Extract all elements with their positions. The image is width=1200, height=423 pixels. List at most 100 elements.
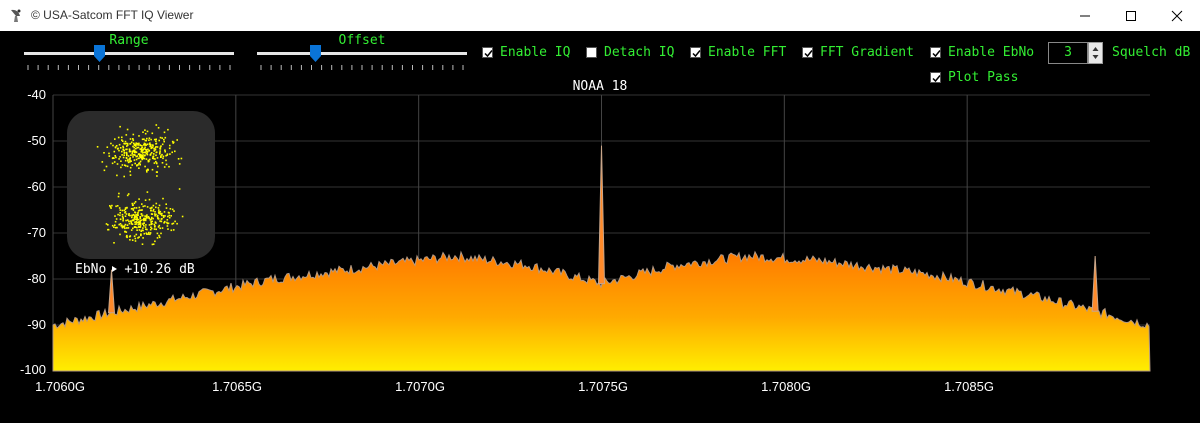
close-button[interactable] xyxy=(1154,0,1200,31)
iq-point xyxy=(119,147,122,149)
iq-point xyxy=(146,191,149,193)
iq-point xyxy=(144,151,146,154)
iq-point xyxy=(142,229,144,232)
squelch-input[interactable]: 3 xyxy=(1048,42,1088,64)
x-tick-label: 1.7080G xyxy=(761,379,811,394)
iq-point xyxy=(145,169,148,172)
checkmark-icon xyxy=(804,50,813,58)
offset-thumb[interactable] xyxy=(310,45,322,62)
iq-point xyxy=(144,129,146,131)
iq-point xyxy=(148,139,150,141)
enable-iq-checkbox[interactable]: Enable IQ xyxy=(482,45,570,60)
iq-point xyxy=(135,207,138,209)
enable-iq-box[interactable] xyxy=(482,47,493,58)
iq-point xyxy=(124,215,127,217)
iq-point xyxy=(137,157,140,160)
detach-iq-checkbox[interactable]: Detach IQ xyxy=(586,45,674,60)
squelch-arrows[interactable] xyxy=(1088,42,1103,64)
iq-point xyxy=(123,175,125,178)
iq-point xyxy=(174,150,176,153)
iq-point xyxy=(130,229,133,231)
range-slider[interactable]: Range xyxy=(24,31,234,73)
iq-point xyxy=(132,138,134,140)
enable-iq-label: Enable IQ xyxy=(500,45,571,60)
iq-point xyxy=(154,149,156,151)
iq-point xyxy=(140,157,143,159)
iq-point xyxy=(113,150,116,153)
y-tick-label: -80 xyxy=(27,271,46,286)
iq-point xyxy=(137,211,139,214)
enable-ebno-box[interactable] xyxy=(930,47,941,58)
range-label: Range xyxy=(109,33,149,48)
iq-point xyxy=(134,201,137,203)
fft-gradient-checkbox[interactable]: FFT Gradient xyxy=(802,45,914,60)
iq-point xyxy=(155,140,157,142)
iq-point xyxy=(103,152,105,154)
iq-point xyxy=(132,156,134,158)
iq-point xyxy=(121,209,124,212)
iq-point xyxy=(150,218,153,220)
iq-point xyxy=(177,158,180,160)
plot-pass-box[interactable] xyxy=(930,72,941,83)
minimize-button[interactable] xyxy=(1062,0,1108,31)
spectrum-peak xyxy=(1091,255,1099,312)
iq-point xyxy=(133,216,136,218)
squelch-spinner[interactable]: 3 xyxy=(1048,42,1104,64)
enable-fft-checkbox[interactable]: Enable FFT xyxy=(690,45,786,60)
iq-point xyxy=(141,158,143,161)
iq-constellation xyxy=(96,124,184,246)
iq-point xyxy=(178,163,181,165)
spinner-arrows-icon[interactable] xyxy=(1089,43,1102,63)
iq-point xyxy=(134,151,136,154)
iq-point xyxy=(123,154,125,156)
detach-iq-box[interactable] xyxy=(586,47,597,58)
iq-point xyxy=(159,150,161,152)
offset-slider[interactable]: Offset xyxy=(257,31,467,73)
enable-ebno-checkbox[interactable]: Enable EbNo xyxy=(930,45,1034,60)
iq-point xyxy=(159,210,162,213)
iq-point xyxy=(151,220,153,223)
iq-point xyxy=(149,153,152,155)
iq-point xyxy=(116,163,119,165)
iq-point xyxy=(160,145,162,147)
iq-point xyxy=(161,162,164,164)
iq-point xyxy=(136,219,138,221)
iq-point xyxy=(168,214,171,217)
iq-constellation-panel[interactable] xyxy=(67,111,215,259)
iq-point xyxy=(178,188,181,190)
iq-point xyxy=(152,243,155,245)
iq-point xyxy=(139,160,142,163)
iq-point xyxy=(141,209,143,211)
iq-point xyxy=(125,213,128,215)
iq-point xyxy=(153,138,156,141)
iq-point xyxy=(146,206,149,208)
iq-point xyxy=(147,159,150,162)
iq-point xyxy=(143,222,145,224)
iq-point xyxy=(118,207,121,209)
ebno-readout: EbNo +10.26 dB xyxy=(75,262,195,277)
iq-point xyxy=(144,199,147,201)
iq-point xyxy=(151,146,154,149)
iq-point xyxy=(140,154,143,157)
iq-point xyxy=(155,202,158,205)
iq-point xyxy=(162,155,165,158)
iq-point xyxy=(125,156,128,159)
plot-pass-checkbox[interactable]: Plot Pass xyxy=(930,70,1018,85)
fft-gradient-box[interactable] xyxy=(802,47,813,58)
iq-point xyxy=(110,207,112,209)
iq-point xyxy=(134,240,137,242)
iq-point xyxy=(153,162,156,164)
y-tick-label: -60 xyxy=(27,179,46,194)
iq-point xyxy=(132,219,135,222)
maximize-button[interactable] xyxy=(1108,0,1154,31)
iq-point xyxy=(129,170,131,173)
iq-point xyxy=(143,154,146,157)
iq-point xyxy=(171,151,173,154)
iq-point xyxy=(120,224,123,227)
range-thumb[interactable] xyxy=(94,45,106,62)
iq-point xyxy=(159,227,161,230)
iq-point xyxy=(146,233,148,235)
iq-point xyxy=(163,138,165,141)
enable-fft-box[interactable] xyxy=(690,47,701,58)
detach-iq-label: Detach IQ xyxy=(604,45,675,60)
